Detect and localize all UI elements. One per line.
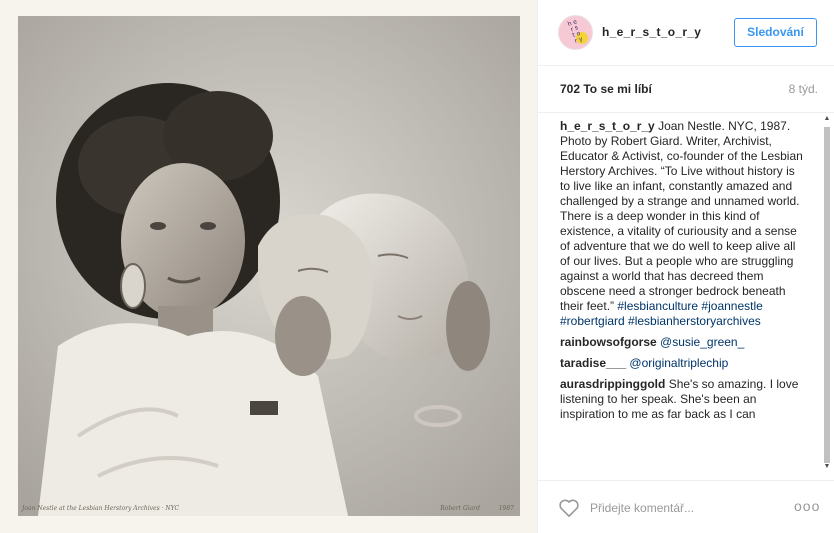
comment-item: h_e_r_s_t_o_r_y Joan Nestle. NYC, 1987. … — [560, 119, 806, 329]
username-link[interactable]: h_e_r_s_t_o_r_y — [602, 25, 701, 39]
comment-text: Joan Nestle. NYC, 1987. Photo by Robert … — [560, 119, 803, 313]
post-side-panel: h er st or y h_e_r_s_t_o_r_y Sledování 7… — [538, 0, 834, 533]
scroll-up-icon[interactable]: ▲ — [823, 115, 831, 123]
follow-button[interactable]: Sledování — [734, 18, 817, 47]
avatar[interactable]: h er st or y — [558, 15, 593, 50]
comment-item: taradise___ @originaltriplechip — [560, 356, 806, 371]
comment-item: aurasdrippinggold She's so amazing. I lo… — [560, 377, 806, 422]
comment-username[interactable]: rainbowsofgorse — [560, 335, 657, 349]
post-header: h er st or y h_e_r_s_t_o_r_y Sledování — [538, 0, 834, 66]
photo-year: 1987 — [498, 505, 514, 512]
post-age[interactable]: 8 týd. — [789, 82, 818, 96]
comment-username[interactable]: h_e_r_s_t_o_r_y — [560, 119, 655, 133]
photo-caption: Joan Nestle at the Lesbian Herstory Arch… — [22, 505, 180, 512]
comment-username[interactable]: taradise___ — [560, 356, 626, 370]
post-footer: ooo — [538, 480, 834, 533]
comment-username[interactable]: aurasdrippinggold — [560, 377, 665, 391]
photo-signature: Robert Giard — [440, 505, 480, 512]
likes-row: 702 To se mi líbí 8 týd. — [538, 82, 834, 102]
avatar-logo: h er st or y — [566, 18, 584, 45]
comments-scrollbar[interactable]: ▲ ▼ — [820, 113, 834, 473]
comments-list: h_e_r_s_t_o_r_y Joan Nestle. NYC, 1987. … — [560, 119, 806, 428]
more-options-icon[interactable]: ooo — [794, 497, 819, 515]
comment-mention[interactable]: @susie_green_ — [660, 335, 744, 349]
comment-mention[interactable]: @originaltriplechip — [629, 356, 728, 370]
comment-input[interactable] — [590, 497, 780, 519]
post-photo[interactable]: Joan Nestle at the Lesbian Herstory Arch… — [18, 16, 520, 516]
post-photo-panel[interactable]: Joan Nestle at the Lesbian Herstory Arch… — [0, 0, 538, 533]
comments-section[interactable]: h_e_r_s_t_o_r_y Joan Nestle. NYC, 1987. … — [538, 112, 834, 474]
scroll-down-icon[interactable]: ▼ — [823, 463, 831, 471]
scrollbar-thumb[interactable] — [824, 127, 830, 463]
comment-item: rainbowsofgorse @susie_green_ — [560, 335, 806, 350]
heart-outline-icon[interactable] — [558, 498, 580, 518]
likes-count[interactable]: 702 To se mi líbí — [560, 82, 652, 96]
portrait-photo-image — [18, 16, 520, 516]
